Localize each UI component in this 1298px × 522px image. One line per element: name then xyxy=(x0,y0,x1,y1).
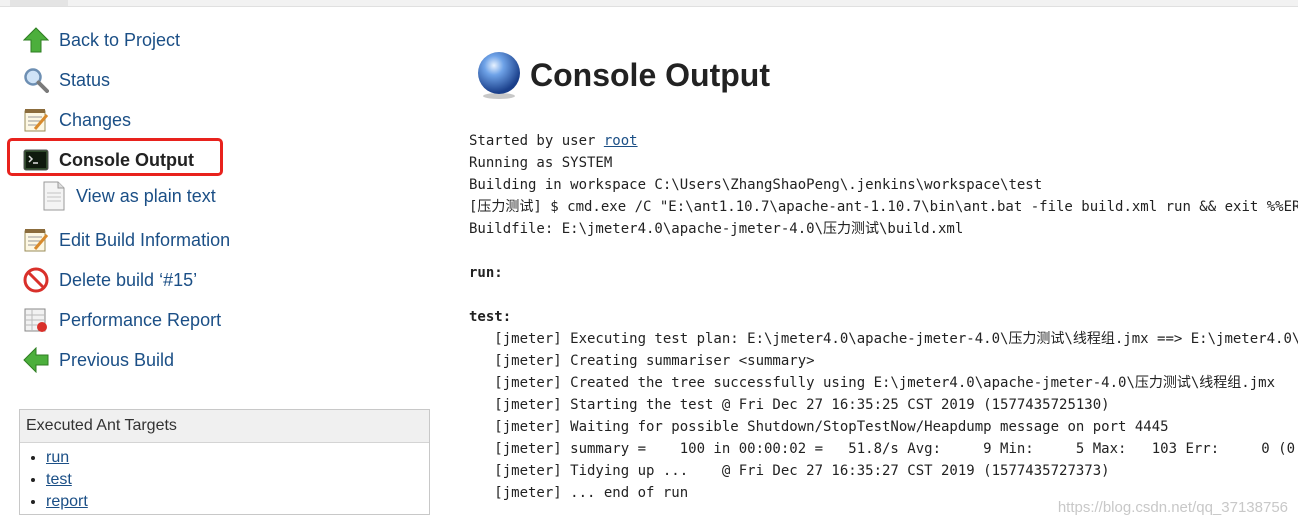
top-bar xyxy=(0,0,1298,7)
magnifier-icon xyxy=(22,66,50,94)
no-entry-icon xyxy=(22,266,50,294)
notepad-icon xyxy=(22,106,50,134)
console-line: Buildfile: E:\jmeter4.0\apache-jmeter-4.… xyxy=(469,221,964,237)
list-item: test xyxy=(46,469,429,491)
console-output-text: Started by user root Running as SYSTEM B… xyxy=(469,130,1298,522)
top-tab-stub xyxy=(10,0,68,6)
sidebar-item-label: Delete build ‘#15’ xyxy=(59,270,198,290)
console-target-test: test: xyxy=(469,309,512,325)
console-target-run: run: xyxy=(469,265,503,281)
sidebar-item-label: Status xyxy=(59,70,111,90)
notepad-edit-icon xyxy=(22,226,50,254)
console-line: [jmeter] Creating summariser <summary> xyxy=(469,353,815,369)
sidebar-item-status[interactable]: Status xyxy=(22,63,110,97)
page-title: Console Output xyxy=(530,56,770,93)
user-link-root[interactable]: root xyxy=(604,133,638,149)
console-line: [jmeter] Tidying up ... @ Fri Dec 27 16:… xyxy=(469,463,1110,479)
sidebar-item-delete-build[interactable]: Delete build ‘#15’ xyxy=(22,263,197,297)
console-line: [压力测试] $ cmd.exe /C "E:\ant1.10.7\apache… xyxy=(469,199,1298,215)
sidebar-item-view-plain-text[interactable]: View as plain text xyxy=(42,180,216,212)
console-line: [jmeter] Executing test plan: E:\jmeter4… xyxy=(469,331,1298,347)
ant-target-link-run[interactable]: run xyxy=(46,449,69,466)
console-line: Running as SYSTEM xyxy=(469,155,613,171)
sidebar-item-changes[interactable]: Changes xyxy=(22,103,131,137)
sidebar-item-edit-build-information[interactable]: Edit Build Information xyxy=(22,223,230,257)
left-arrow-icon xyxy=(22,346,50,374)
sidebar-item-label: Performance Report xyxy=(59,310,222,330)
page-header: Console Output xyxy=(474,48,770,102)
console-line: Started by user root xyxy=(469,130,1298,152)
console-line: [jmeter] Waiting for possible Shutdown/S… xyxy=(469,419,1169,435)
list-item: run xyxy=(46,447,429,469)
panel-header: Executed Ant Targets xyxy=(20,410,429,443)
sidebar-item-previous-build[interactable]: Previous Build xyxy=(22,343,174,377)
sidebar-item-performance-report[interactable]: Performance Report xyxy=(22,303,221,337)
console-output-highlight xyxy=(7,138,223,176)
ant-target-link-test[interactable]: test xyxy=(46,471,72,488)
ant-targets-list: run test report xyxy=(20,447,429,513)
console-line: [jmeter] Starting the test @ Fri Dec 27 … xyxy=(469,397,1110,413)
console-line: Building in workspace C:\Users\ZhangShao… xyxy=(469,177,1043,193)
sidebar-item-label: Edit Build Information xyxy=(59,230,231,250)
sidebar-item-label: View as plain text xyxy=(76,185,216,206)
sidebar-item-label: Changes xyxy=(59,110,132,130)
blue-ball-icon xyxy=(478,52,520,99)
up-arrow-icon xyxy=(22,26,50,54)
console-line: [jmeter] summary = 100 in 00:00:02 = 51.… xyxy=(469,441,1298,457)
console-started-by: Started by user xyxy=(469,133,604,149)
sidebar-item-label: Previous Build xyxy=(59,350,175,370)
sidebar-item-back-to-project[interactable]: Back to Project xyxy=(22,23,180,57)
chart-icon xyxy=(22,306,50,334)
watermark: https://blog.csdn.net/qq_37138756 xyxy=(1057,499,1288,516)
list-item: report xyxy=(46,491,429,513)
sidebar-item-label: Back to Project xyxy=(59,30,181,50)
console-line: [jmeter] Created the tree successfully u… xyxy=(469,375,1276,391)
executed-ant-targets-panel: Executed Ant Targets run test report xyxy=(19,409,430,515)
ant-target-link-report[interactable]: report xyxy=(46,493,88,510)
document-icon xyxy=(42,181,68,211)
